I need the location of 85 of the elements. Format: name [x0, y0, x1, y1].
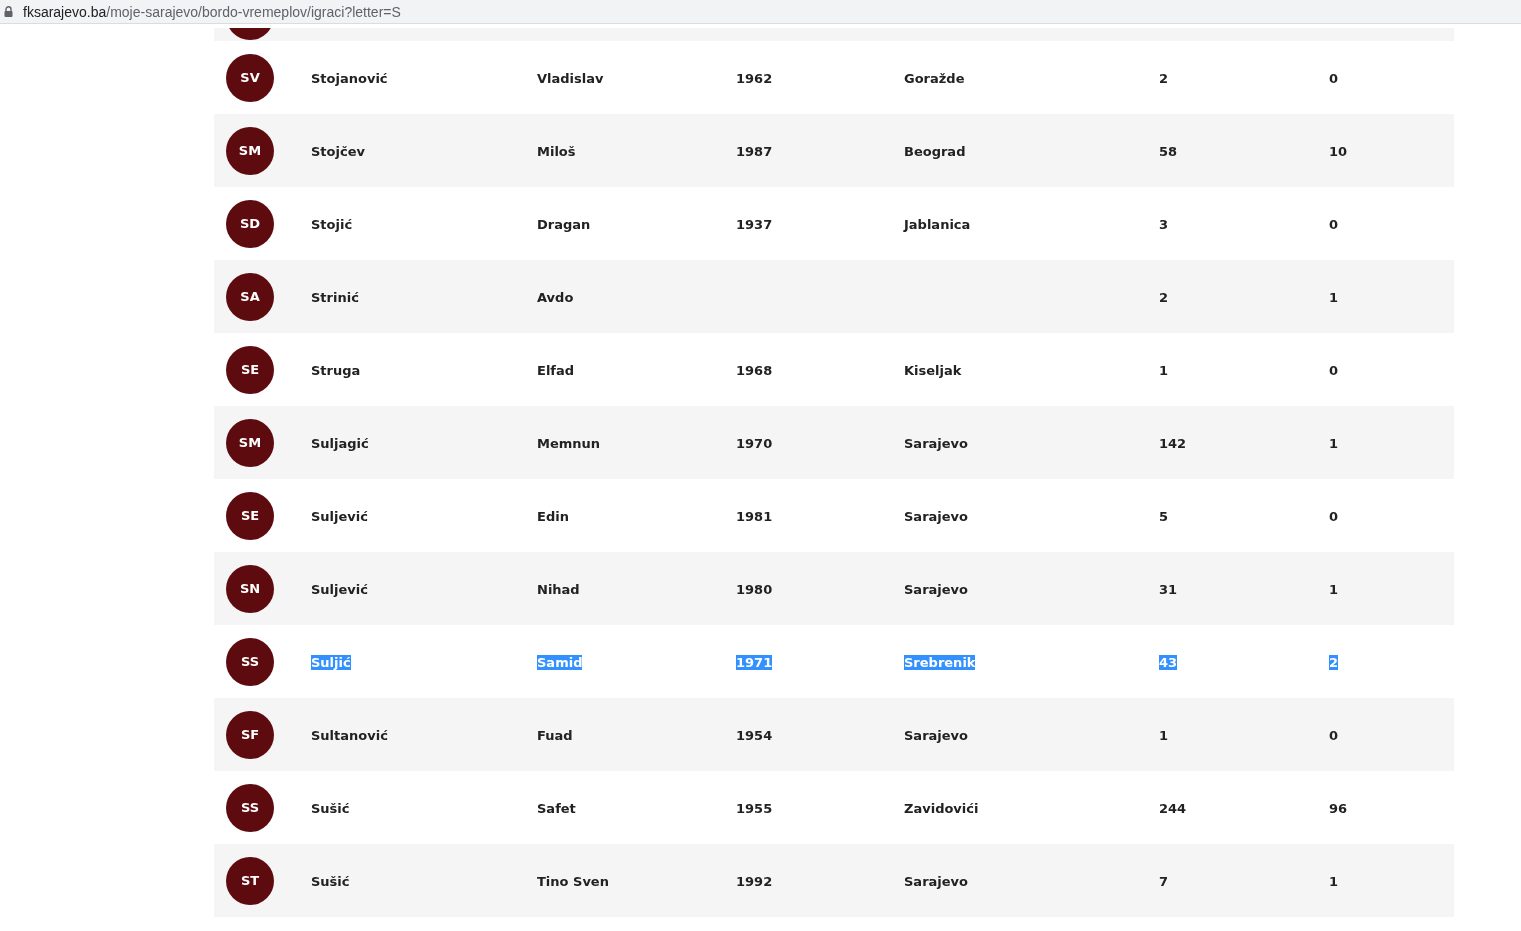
- initials-avatar: SE: [226, 345, 274, 394]
- table-cell: 7: [1159, 874, 1169, 889]
- table-cell: 1: [1329, 436, 1339, 451]
- table-cell: 244: [1159, 801, 1187, 816]
- initials-avatar: SF: [226, 710, 274, 759]
- initials-avatar: SA: [226, 272, 274, 321]
- table-cell: 0: [1329, 728, 1339, 743]
- table-cell: 3: [1159, 217, 1169, 232]
- table-cell: Avdo: [537, 290, 574, 305]
- table-cell: 1955: [736, 801, 773, 816]
- table-cell: Edin: [537, 509, 569, 524]
- table-cell: 96: [1329, 801, 1348, 816]
- table-cell: Vladislav: [537, 71, 604, 86]
- table-cell: Nihad: [537, 582, 580, 597]
- table-cell: 2: [1159, 290, 1169, 305]
- table-cell: 1954: [736, 728, 773, 743]
- table-cell: 0: [1329, 509, 1339, 524]
- table-cell: Strinić: [311, 290, 359, 305]
- table-cell: 1: [1159, 363, 1169, 378]
- table-cell: 1992: [736, 874, 773, 889]
- table-cell: 142: [1159, 436, 1187, 451]
- table-cell: Sarajevo: [904, 582, 968, 597]
- table-cell: Dragan: [537, 217, 591, 232]
- table-cell: Struga: [311, 363, 361, 378]
- table-cell: 1962: [736, 71, 773, 86]
- initials-avatar: SV: [226, 53, 274, 102]
- initials-avatar: SN: [226, 564, 274, 613]
- table-cell: Stojanović: [311, 71, 388, 86]
- initials-avatar: SE: [226, 491, 274, 540]
- table-cell: Sultanović: [311, 728, 388, 743]
- initials-avatar: SD: [226, 199, 274, 248]
- table-cell: Srebrenik: [904, 655, 976, 670]
- initials-avatar: SM: [226, 418, 274, 467]
- initials-avatar: SM: [226, 126, 274, 175]
- url-text: fksarajevo.ba/moje-sarajevo/bordo-vremeplov/igraci?letter=S: [23, 3, 401, 20]
- table-cell: 1987: [736, 144, 773, 159]
- table-cell: Goražde: [904, 71, 965, 86]
- table-cell: 10: [1329, 144, 1348, 159]
- table-cell: Sušić: [311, 801, 350, 816]
- table-cell: 1: [1329, 582, 1339, 597]
- table-cell: 31: [1159, 582, 1178, 597]
- table-cell: 1: [1329, 874, 1339, 889]
- table-cell: Fuad: [537, 728, 573, 743]
- table-cell: Suljagić: [311, 436, 369, 451]
- table-cell: 1971: [736, 655, 773, 670]
- table-cell: Stojčev: [311, 144, 365, 159]
- table-cell: 58: [1159, 144, 1178, 159]
- table-cell: Miloš: [537, 144, 576, 159]
- table-cell: Sarajevo: [904, 509, 968, 524]
- table-cell: Suljević: [311, 509, 368, 524]
- table-cell: Samid: [537, 655, 583, 670]
- table-cell: 1980: [736, 582, 773, 597]
- table-cell: 1970: [736, 436, 773, 451]
- initials-avatar: SS: [226, 637, 274, 686]
- table-cell: 43: [1159, 655, 1178, 670]
- table-cell: Safet: [537, 801, 576, 816]
- table-cell: 2: [1159, 71, 1169, 86]
- lock-icon: [4, 6, 13, 17]
- table-cell: Sušić: [311, 874, 350, 889]
- table-cell: Sarajevo: [904, 874, 968, 889]
- table-cell: 0: [1329, 217, 1339, 232]
- table-cell: 5: [1159, 509, 1169, 524]
- table-cell: Sarajevo: [904, 436, 968, 451]
- table-cell: Beograd: [904, 144, 966, 159]
- table-cell: Suljić: [311, 655, 351, 670]
- table-cell: Jablanica: [904, 217, 971, 232]
- table-cell: Zavidovići: [904, 801, 979, 816]
- table-cell: Stojić: [311, 217, 353, 232]
- initials-avatar: ST: [226, 856, 274, 905]
- table-cell: 0: [1329, 363, 1339, 378]
- table-cell: Sarajevo: [904, 728, 968, 743]
- table-cell: 1968: [736, 363, 773, 378]
- table-cell: Tino Sven: [537, 874, 609, 889]
- address-bar[interactable]: fksarajevo.ba/moje-sarajevo/bordo-vremeplov/igraci?letter=S: [0, 0, 1521, 24]
- table-cell: 1981: [736, 509, 773, 524]
- table-cell: Memnun: [537, 436, 601, 451]
- initials-avatar: SS: [226, 783, 274, 832]
- table-cell: 0: [1329, 71, 1339, 86]
- table-cell: 1: [1329, 290, 1339, 305]
- table-cell: 2: [1329, 655, 1339, 670]
- table-cell: 1: [1159, 728, 1169, 743]
- table-cell: Elfad: [537, 363, 575, 378]
- table-cell: Suljević: [311, 582, 368, 597]
- table-cell: Kiseljak: [904, 363, 962, 378]
- table-cell: 1937: [736, 217, 773, 232]
